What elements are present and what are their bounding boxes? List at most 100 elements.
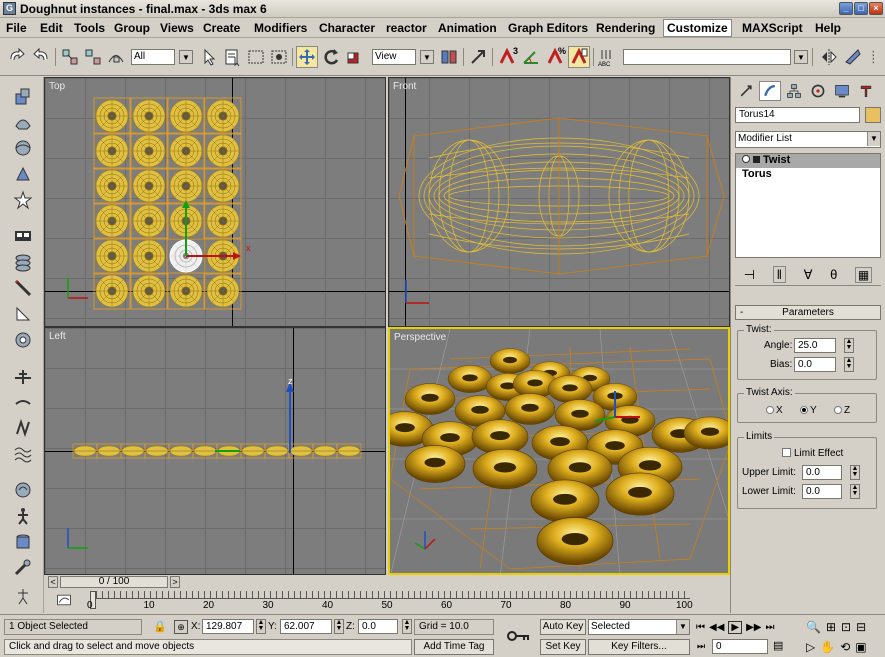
toolbar-more-icon[interactable] — [866, 46, 884, 68]
menu-graph-editors[interactable]: Graph Editors — [505, 21, 591, 35]
x-coord-spinner[interactable]: ▲ ▼ — [256, 619, 266, 634]
selection-filter-dropdown[interactable]: All — [131, 49, 175, 65]
add-time-tag-button[interactable]: Add Time Tag — [414, 639, 494, 655]
window-crossing-icon[interactable] — [268, 46, 290, 68]
spacewarps-tab-icon[interactable] — [12, 303, 34, 325]
cylinder-tab-icon[interactable] — [12, 531, 34, 553]
menu-customize[interactable]: Customize — [663, 19, 732, 37]
viewport-front[interactable]: Front — [388, 77, 730, 327]
menu-animation[interactable]: Animation — [435, 21, 500, 35]
particles-tab-icon[interactable] — [12, 417, 34, 439]
key-mode-toggle-icon[interactable]: ⏭ — [697, 641, 705, 652]
star-tab-icon[interactable] — [12, 189, 34, 211]
hose-tab-icon[interactable] — [12, 557, 34, 579]
app-icon[interactable]: G — [3, 2, 16, 15]
viewport-left[interactable]: z Left — [44, 327, 386, 575]
menu-tools[interactable]: Tools — [71, 21, 108, 35]
absolute-mode-icon[interactable]: ⊕ — [174, 620, 188, 634]
zoom-extents-all-icon[interactable]: ⊟ — [856, 620, 866, 634]
menu-modifiers[interactable]: Modifiers — [251, 21, 310, 35]
track-bar[interactable]: 0 10 20 30 40 50 60 70 80 90 100 — [44, 589, 730, 614]
named-selection-arrow-icon[interactable]: ▼ — [794, 50, 808, 64]
next-frame-icon[interactable]: ▶▶ — [746, 622, 761, 633]
expand-icon[interactable] — [753, 156, 760, 163]
limit-effect-checkbox[interactable]: Limit Effect — [782, 448, 843, 459]
create-tab-icon[interactable] — [735, 81, 757, 101]
mini-curve-editor-icon[interactable] — [54, 591, 74, 609]
character-tab-icon[interactable] — [12, 505, 34, 527]
z-coord-spinner[interactable]: ▲ ▼ — [402, 619, 412, 634]
select-and-scale-icon[interactable] — [343, 46, 365, 68]
angle-field[interactable]: 25.0 — [794, 338, 836, 353]
play-icon[interactable]: ▶ — [728, 620, 743, 634]
hierarchy-tab-icon[interactable] — [783, 81, 805, 101]
key-icon[interactable] — [504, 625, 534, 647]
select-and-manipulate-icon[interactable] — [467, 46, 489, 68]
viewport-label-left[interactable]: Left — [49, 331, 66, 342]
menu-maxscript[interactable]: MAXScript — [739, 21, 806, 35]
axis-y-radio[interactable]: Y — [800, 405, 817, 416]
time-slider-next-icon[interactable]: > — [170, 576, 180, 588]
stack-item-torus[interactable]: Torus — [736, 168, 880, 182]
snap-toggle-icon[interactable]: 3 — [496, 46, 518, 68]
select-and-move-icon[interactable] — [296, 46, 318, 68]
redo-icon[interactable] — [30, 46, 52, 68]
time-slider-thumb[interactable]: 0 / 100 — [60, 576, 168, 588]
spinner-snap-icon[interactable] — [568, 46, 590, 68]
select-and-rotate-icon[interactable] — [320, 46, 342, 68]
named-selection-dropdown[interactable] — [623, 49, 791, 65]
figure-tab-icon[interactable] — [12, 365, 34, 387]
x-coord-field[interactable]: 129.807 — [202, 619, 254, 634]
reactor-tab-icon[interactable] — [12, 479, 34, 501]
lights-tab-icon[interactable] — [12, 225, 34, 247]
parameters-rollout-header[interactable]: - Parameters — [735, 305, 881, 320]
zoom-extents-icon[interactable]: ⊡ — [841, 620, 851, 634]
object-color-swatch[interactable] — [865, 107, 881, 123]
maximize-button[interactable]: □ — [854, 2, 868, 15]
menu-edit[interactable]: Edit — [37, 21, 66, 35]
reference-coordinate-arrow-icon[interactable]: ▼ — [420, 50, 434, 64]
z-coord-field[interactable]: 0.0 — [358, 619, 398, 634]
menu-help[interactable]: Help — [812, 21, 844, 35]
viewport-label-perspective[interactable]: Perspective — [394, 332, 446, 343]
lock-icon[interactable]: 🔒 — [153, 620, 167, 633]
reference-coordinate-dropdown[interactable]: View — [372, 49, 416, 65]
angle-snap-icon[interactable] — [520, 46, 542, 68]
upper-limit-field[interactable]: 0.0 — [802, 465, 842, 480]
show-end-result-icon[interactable]: ‖ — [772, 266, 787, 283]
zoom-icon[interactable]: 🔍 — [806, 620, 821, 634]
time-configuration-icon[interactable]: ▤ — [773, 639, 783, 652]
bind-to-space-warp-icon[interactable] — [105, 46, 127, 68]
modify-tab-icon[interactable] — [759, 81, 781, 101]
align-icon[interactable] — [842, 46, 864, 68]
helpers-tab-icon[interactable] — [12, 277, 34, 299]
bone-tab-icon[interactable] — [12, 391, 34, 413]
sphere-tab-icon[interactable] — [12, 137, 34, 159]
y-coord-field[interactable]: 62.007 — [280, 619, 332, 634]
select-by-name-icon[interactable] — [222, 46, 244, 68]
bias-field[interactable]: 0.0 — [794, 357, 836, 372]
menu-create[interactable]: Create — [200, 21, 243, 35]
current-frame-field[interactable]: 0 — [712, 639, 768, 654]
shapes-tab-icon[interactable] — [12, 111, 34, 133]
key-filters-button[interactable]: Key Filters... — [588, 639, 690, 655]
objects-tab-icon[interactable] — [12, 85, 34, 107]
make-unique-icon[interactable]: ∀ — [804, 267, 813, 283]
modifier-list-dropdown[interactable]: Modifier List ▼ — [735, 131, 881, 148]
upper-limit-spinner[interactable]: ▲ ▼ — [850, 465, 860, 480]
angle-spinner[interactable]: ▲ ▼ — [844, 338, 854, 353]
undo-icon[interactable] — [6, 46, 28, 68]
pivot-center-icon[interactable] — [438, 46, 460, 68]
key-mode-dropdown[interactable]: Selected ▼ — [588, 619, 690, 635]
edit-named-selections-icon[interactable]: ABC — [597, 46, 619, 68]
viewport-label-top[interactable]: Top — [49, 81, 65, 92]
compound-tab-icon[interactable] — [12, 163, 34, 185]
mirror-icon[interactable] — [818, 46, 840, 68]
previous-frame-icon[interactable]: ◀◀ — [709, 622, 724, 633]
biped-tab-icon[interactable] — [12, 585, 34, 607]
set-key-button[interactable]: Set Key — [540, 639, 586, 655]
percent-snap-icon[interactable]: % — [544, 46, 566, 68]
field-of-view-icon[interactable]: ▷ — [806, 640, 815, 654]
motion-tab-icon[interactable] — [807, 81, 829, 101]
utilities-tab-icon[interactable] — [855, 81, 877, 101]
